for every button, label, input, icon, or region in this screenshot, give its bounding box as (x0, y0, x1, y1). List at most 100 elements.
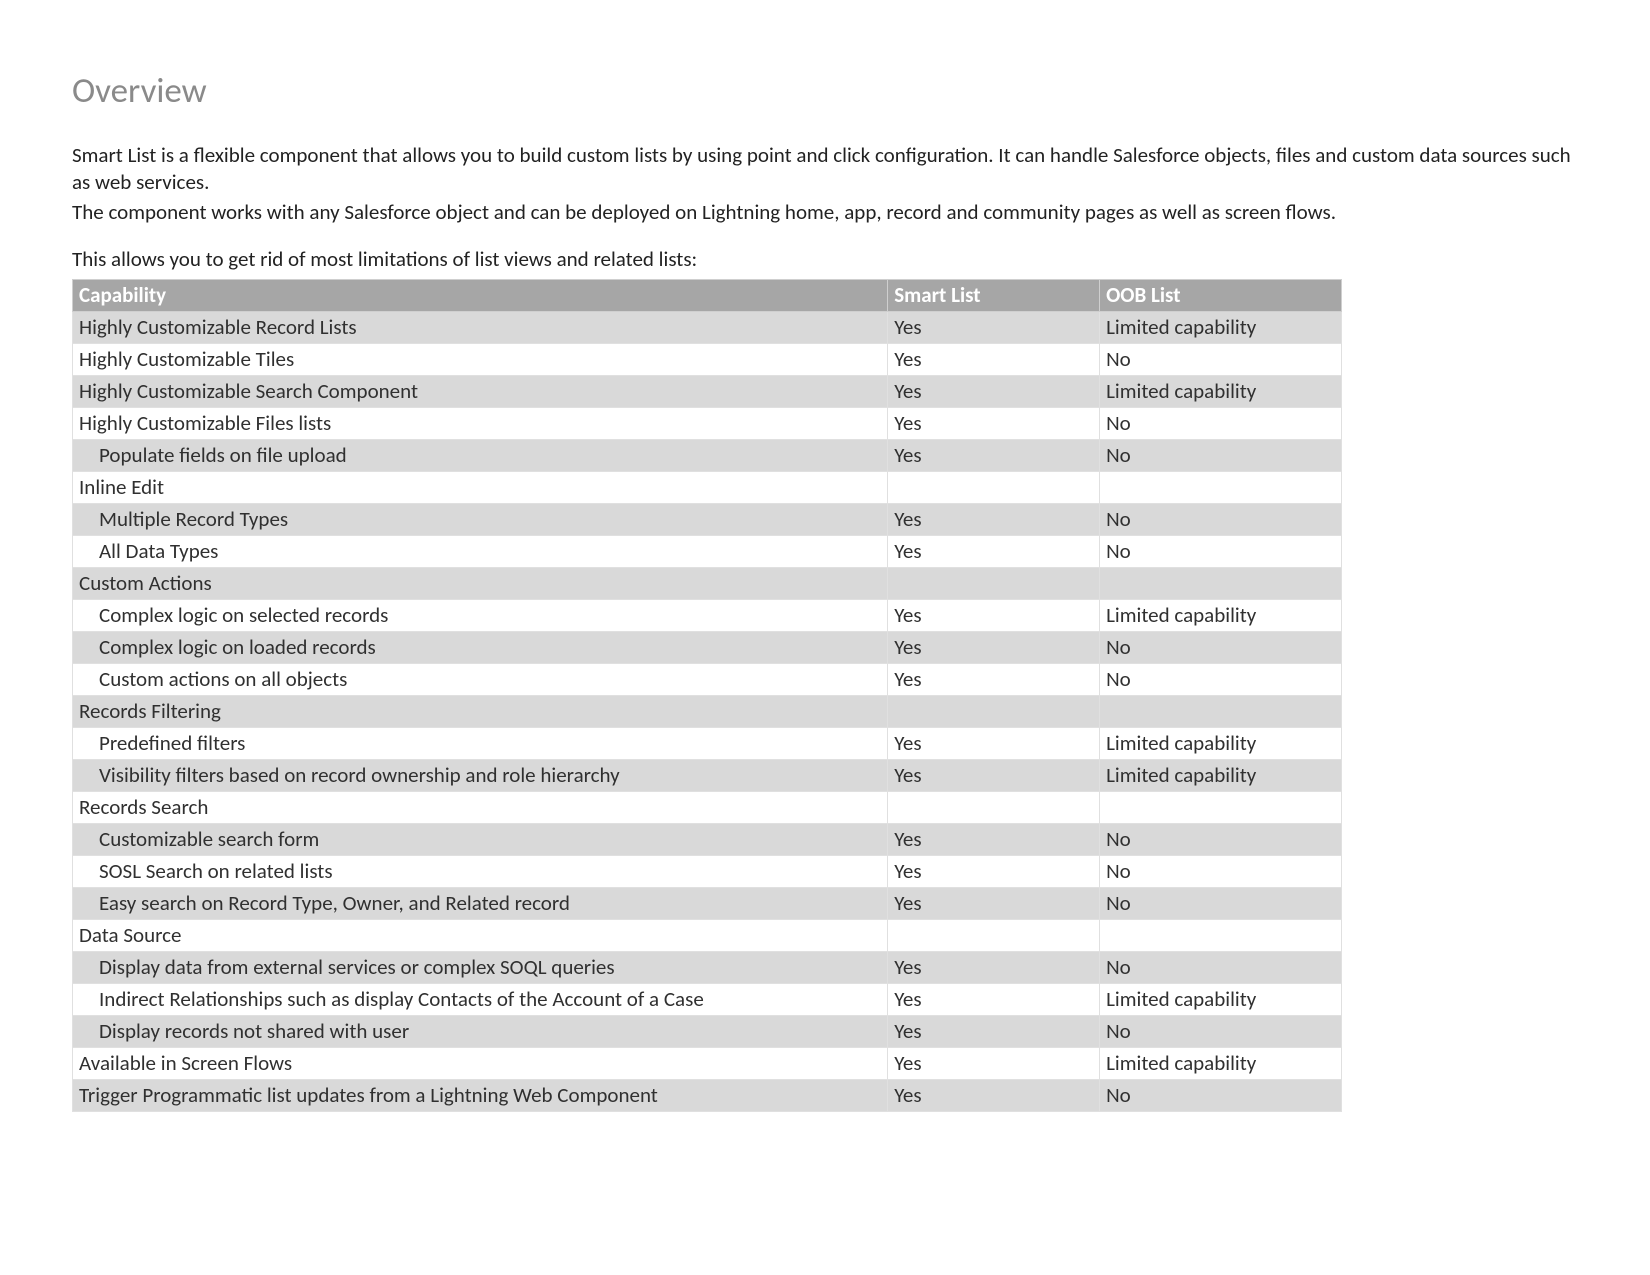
table-row: Highly Customizable TilesYesNo (73, 344, 1342, 376)
cell-smart-list (888, 696, 1100, 728)
table-row: Records Filtering (73, 696, 1342, 728)
table-row: Trigger Programmatic list updates from a… (73, 1080, 1342, 1112)
cell-oob-list (1100, 696, 1342, 728)
table-row: Visibility filters based on record owner… (73, 760, 1342, 792)
intro-paragraph-3: This allows you to get rid of most limit… (72, 246, 1578, 273)
table-row: Data Source (73, 920, 1342, 952)
cell-oob-list (1100, 792, 1342, 824)
cell-capability: Custom actions on all objects (73, 664, 888, 696)
table-row: All Data Types YesNo (73, 536, 1342, 568)
table-row: Complex logic on loaded records YesNo (73, 632, 1342, 664)
table-row: Predefined filtersYesLimited capability (73, 728, 1342, 760)
cell-smart-list: Yes (888, 824, 1100, 856)
cell-smart-list (888, 920, 1100, 952)
cell-oob-list: No (1100, 664, 1342, 696)
cell-capability-text: Indirect Relationships such as display C… (79, 986, 704, 1012)
table-header-oob-list: OOB List (1100, 280, 1342, 312)
cell-capability: Data Source (73, 920, 888, 952)
cell-capability-text: Custom actions on all objects (79, 666, 347, 692)
cell-capability: Multiple Record Types (73, 504, 888, 536)
cell-capability-text: Complex logic on loaded records (79, 634, 376, 660)
table-header-smart-list: Smart List (888, 280, 1100, 312)
cell-oob-list: No (1100, 408, 1342, 440)
table-row: Highly Customizable Record ListsYesLimit… (73, 312, 1342, 344)
cell-capability: Records Search (73, 792, 888, 824)
cell-capability: Highly Customizable Files lists (73, 408, 888, 440)
table-row: Complex logic on selected records YesLimi… (73, 600, 1342, 632)
cell-oob-list: No (1100, 632, 1342, 664)
cell-smart-list (888, 792, 1100, 824)
cell-smart-list: Yes (888, 1080, 1100, 1112)
table-row: Easy search on Record Type, Owner, and R… (73, 888, 1342, 920)
cell-oob-list (1100, 920, 1342, 952)
cell-oob-list: No (1100, 888, 1342, 920)
table-header: Capability Smart List OOB List (73, 280, 1342, 312)
table-header-capability: Capability (73, 280, 888, 312)
cell-smart-list: Yes (888, 728, 1100, 760)
cell-capability: Visibility filters based on record owner… (73, 760, 888, 792)
paragraph-spacer (72, 228, 1578, 246)
cell-oob-list: No (1100, 440, 1342, 472)
cell-capability-text: Populate fields on file upload (79, 442, 347, 468)
cell-capability-text: Complex logic on selected records (79, 602, 388, 628)
cell-capability-text: SOSL Search on related lists (79, 858, 333, 884)
cell-smart-list: Yes (888, 376, 1100, 408)
cell-smart-list: Yes (888, 440, 1100, 472)
cell-smart-list: Yes (888, 632, 1100, 664)
cell-capability-text: Visibility filters based on record owner… (79, 762, 620, 788)
cell-oob-list: No (1100, 824, 1342, 856)
intro-paragraph-2: The component works with any Salesforce … (72, 199, 1578, 226)
table-row: Available in Screen FlowsYesLimited capa… (73, 1048, 1342, 1080)
cell-capability: Indirect Relationships such as display C… (73, 984, 888, 1016)
table-row: Custom Actions (73, 568, 1342, 600)
cell-smart-list: Yes (888, 760, 1100, 792)
cell-smart-list: Yes (888, 984, 1100, 1016)
cell-oob-list: Limited capability (1100, 1048, 1342, 1080)
cell-capability: Predefined filters (73, 728, 888, 760)
cell-oob-list: No (1100, 536, 1342, 568)
cell-oob-list: No (1100, 856, 1342, 888)
cell-oob-list: Limited capability (1100, 600, 1342, 632)
table-row: Custom actions on all objects YesNo (73, 664, 1342, 696)
table-row: Indirect Relationships such as display C… (73, 984, 1342, 1016)
cell-capability-text: All Data Types (79, 538, 218, 564)
cell-smart-list: Yes (888, 856, 1100, 888)
cell-oob-list: No (1100, 1016, 1342, 1048)
cell-capability: All Data Types (73, 536, 888, 568)
cell-smart-list: Yes (888, 1048, 1100, 1080)
cell-smart-list: Yes (888, 600, 1100, 632)
cell-capability: Custom Actions (73, 568, 888, 600)
cell-smart-list: Yes (888, 1016, 1100, 1048)
cell-capability: Display records not shared with user (73, 1016, 888, 1048)
cell-capability: Available in Screen Flows (73, 1048, 888, 1080)
table-row: Populate fields on file upload YesNo (73, 440, 1342, 472)
capability-table: Capability Smart List OOB List Highly Cu… (72, 279, 1342, 1112)
table-row: Display records not shared with user YesN… (73, 1016, 1342, 1048)
table-row: Highly Customizable Files listsYesNo (73, 408, 1342, 440)
cell-capability: Highly Customizable Record Lists (73, 312, 888, 344)
cell-smart-list: Yes (888, 664, 1100, 696)
cell-oob-list: Limited capability (1100, 312, 1342, 344)
cell-capability: Complex logic on loaded records (73, 632, 888, 664)
cell-oob-list: Limited capability (1100, 984, 1342, 1016)
cell-oob-list: Limited capability (1100, 376, 1342, 408)
cell-capability-text: Display records not shared with user (79, 1018, 409, 1044)
cell-capability: Display data from external services or c… (73, 952, 888, 984)
cell-smart-list: Yes (888, 344, 1100, 376)
cell-capability: Highly Customizable Search Component (73, 376, 888, 408)
cell-capability-text: Predefined filters (79, 730, 245, 756)
cell-capability: Complex logic on selected records (73, 600, 888, 632)
cell-capability: SOSL Search on related lists (73, 856, 888, 888)
page-heading: Overview (72, 70, 1578, 112)
cell-capability: Populate fields on file upload (73, 440, 888, 472)
cell-capability: Easy search on Record Type, Owner, and R… (73, 888, 888, 920)
cell-smart-list (888, 472, 1100, 504)
document-page: Overview Smart List is a flexible compon… (0, 0, 1650, 1112)
cell-smart-list: Yes (888, 312, 1100, 344)
table-row: Inline Edit (73, 472, 1342, 504)
cell-oob-list: No (1100, 344, 1342, 376)
table-row: Customizable search formYesNo (73, 824, 1342, 856)
cell-smart-list: Yes (888, 408, 1100, 440)
cell-smart-list: Yes (888, 536, 1100, 568)
cell-oob-list: No (1100, 1080, 1342, 1112)
